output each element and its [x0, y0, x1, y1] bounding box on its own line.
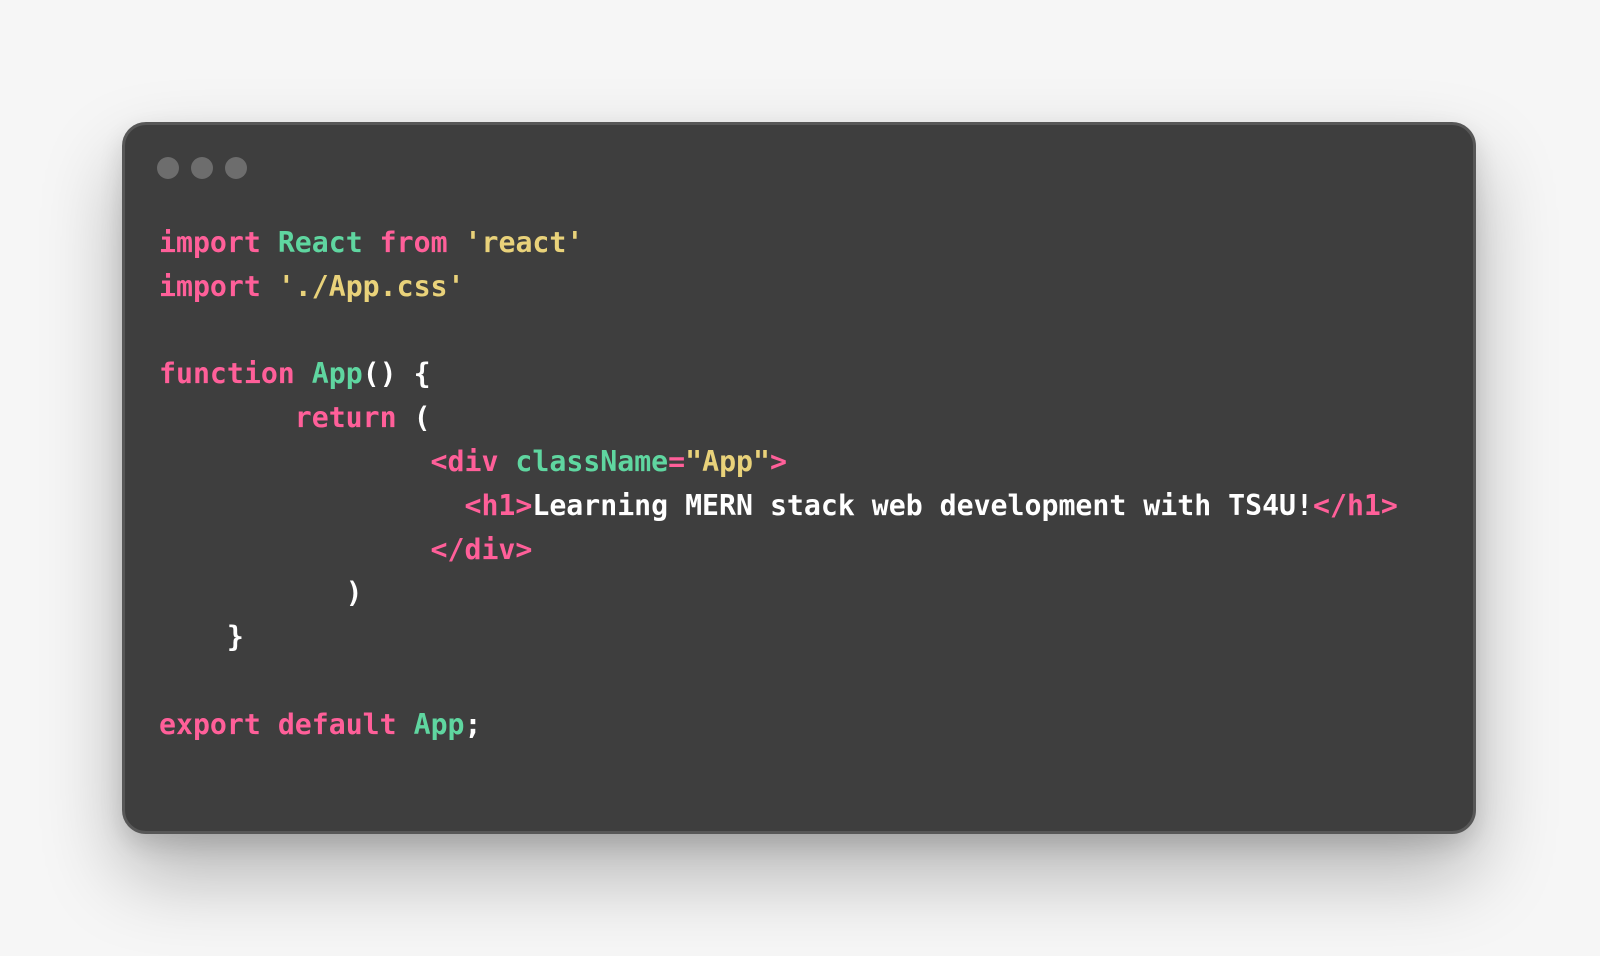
code-token-string: 'react' — [464, 226, 584, 259]
code-token-tag: </div> — [430, 532, 533, 566]
code-token-keyword: export — [159, 707, 261, 741]
code-token-text: Learning MERN stack web development with… — [532, 488, 1313, 522]
code-token-punct: } — [159, 620, 244, 654]
code-token-string: "App" — [685, 444, 770, 478]
code-token-tag: <div — [430, 444, 499, 478]
code-token-ident: App — [413, 707, 465, 741]
code-line: <div className="App"> — [159, 440, 1398, 484]
code-token-tag: <h1> — [464, 488, 533, 522]
code-token-attr: className — [515, 444, 669, 478]
code-token-keyword: function — [159, 357, 295, 391]
code-line: import React from 'react' — [159, 221, 1398, 265]
code-token-tag: = — [668, 444, 686, 478]
code-token-keyword: default — [277, 707, 397, 741]
code-block: import React from 'react' import './App.c… — [159, 221, 1398, 747]
code-window: import React from 'react' import './App.c… — [122, 122, 1476, 834]
code-token-keyword: import — [159, 269, 261, 303]
code-token-punct: () { — [362, 357, 431, 391]
window-controls — [157, 157, 247, 179]
code-token-punct: ; — [464, 707, 482, 741]
code-token-ident: React — [277, 226, 363, 259]
code-line: return ( — [159, 396, 1398, 440]
code-line: <h1>Learning MERN stack web development … — [159, 484, 1398, 528]
code-line: </div> — [159, 528, 1398, 572]
code-line: export default App; — [159, 703, 1398, 747]
code-token-keyword: import — [159, 226, 261, 259]
code-line: import './App.css' — [159, 265, 1398, 309]
code-token-ident: App — [311, 357, 363, 391]
code-line: ) — [159, 571, 1398, 615]
code-token-tag: > — [769, 444, 787, 478]
code-token-punct: ( — [396, 401, 431, 435]
code-token-keyword: return — [294, 401, 397, 435]
window-dot — [157, 157, 179, 179]
code-token-keyword: from — [379, 226, 448, 259]
window-dot — [225, 157, 247, 179]
code-token-string: './App.css' — [277, 269, 465, 303]
code-token-punct: ) — [159, 576, 363, 610]
code-line: } — [159, 615, 1398, 659]
code-token-tag: </h1> — [1313, 488, 1398, 522]
code-line: function App() { — [159, 352, 1398, 396]
window-dot — [191, 157, 213, 179]
